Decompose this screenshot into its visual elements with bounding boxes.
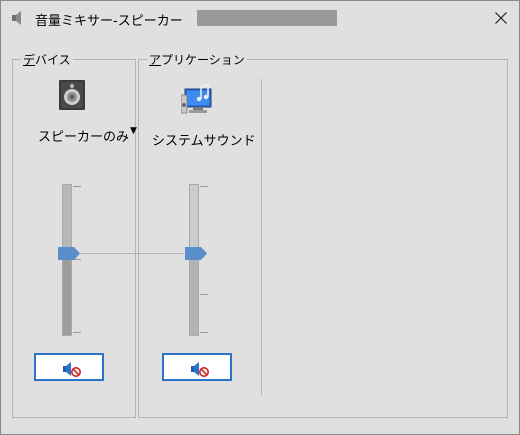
app-mute-button[interactable] [162, 353, 232, 381]
speaker-device-icon[interactable] [56, 79, 88, 111]
device-volume-thumb[interactable] [58, 247, 80, 260]
device-mute-button[interactable] [34, 353, 104, 381]
close-button[interactable] [483, 1, 519, 35]
title-bar: 音量ミキサー-スピーカー [1, 1, 519, 35]
tick [73, 332, 81, 333]
device-volume-fill [63, 252, 71, 335]
app-column-divider [261, 79, 262, 395]
tick [200, 294, 208, 295]
device-name-label[interactable]: スピーカーのみ▼ [38, 126, 137, 145]
volume-mixer-window: 音量ミキサー-スピーカー デバイス スピーカーのみ▼ アプリケーション システム… [0, 0, 520, 435]
app-volume-thumb[interactable] [185, 247, 207, 260]
applications-group-label: アプリケーション [147, 53, 247, 67]
tick [200, 332, 208, 333]
tick [200, 186, 208, 187]
speaker-icon [10, 10, 26, 26]
close-icon [495, 12, 507, 24]
device-name-text: スピーカーのみ [38, 130, 130, 145]
tick [73, 186, 81, 187]
speaker-muted-icon [63, 362, 81, 377]
redacted-title-suffix [197, 10, 337, 26]
app-name-label: システムサウンド [152, 134, 256, 149]
chevron-down-icon: ▼ [130, 126, 137, 136]
device-group-label: デバイス [21, 53, 73, 67]
speaker-muted-icon [191, 362, 209, 377]
window-title: 音量ミキサー-スピーカー [35, 14, 183, 29]
app-volume-fill [190, 252, 198, 335]
system-sounds-icon[interactable] [180, 83, 213, 115]
